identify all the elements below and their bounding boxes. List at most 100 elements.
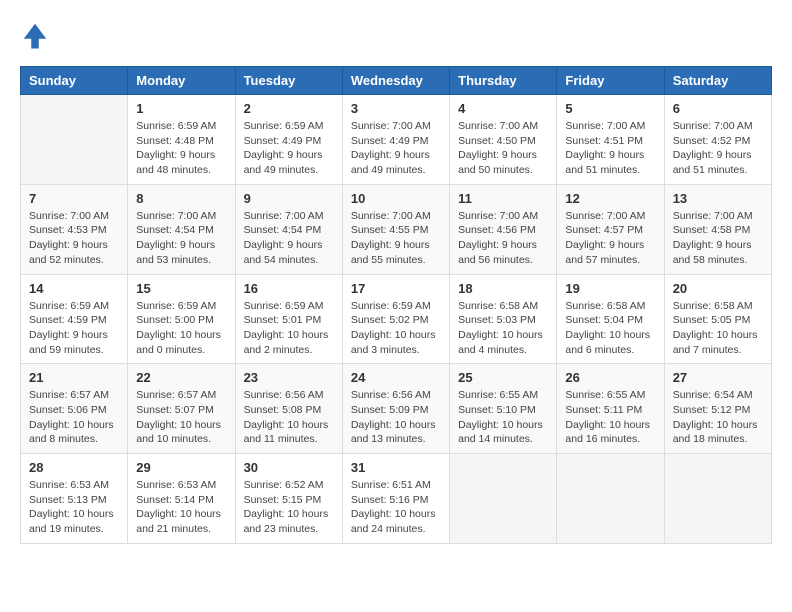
day-info: Sunrise: 6:59 AMSunset: 5:01 PMDaylight:… <box>244 299 334 358</box>
header-row: SundayMondayTuesdayWednesdayThursdayFrid… <box>21 67 772 95</box>
calendar-cell: 6 Sunrise: 7:00 AMSunset: 4:52 PMDaylight… <box>664 95 771 185</box>
calendar-cell: 10 Sunrise: 7:00 AMSunset: 4:55 PMDayligh… <box>342 184 449 274</box>
calendar-cell: 22 Sunrise: 6:57 AMSunset: 5:07 PMDayligh… <box>128 364 235 454</box>
day-number: 8 <box>136 191 226 206</box>
day-info: Sunrise: 7:00 AMSunset: 4:55 PMDaylight:… <box>351 209 441 268</box>
day-info: Sunrise: 7:00 AMSunset: 4:51 PMDaylight:… <box>565 119 655 178</box>
day-number: 30 <box>244 460 334 475</box>
calendar-cell <box>664 454 771 544</box>
day-number: 3 <box>351 101 441 116</box>
day-number: 15 <box>136 281 226 296</box>
calendar-cell: 13Sunrise: 7:00 AMSunset: 4:58 PMDayligh… <box>664 184 771 274</box>
calendar-week: 21 Sunrise: 6:57 AMSunset: 5:06 PMDayligh… <box>21 364 772 454</box>
day-number: 29 <box>136 460 226 475</box>
day-info: Sunrise: 6:59 AMSunset: 5:00 PMDaylight:… <box>136 299 226 358</box>
calendar-cell: 21 Sunrise: 6:57 AMSunset: 5:06 PMDayligh… <box>21 364 128 454</box>
calendar-cell: 1 Sunrise: 6:59 AMSunset: 4:48 PMDaylight… <box>128 95 235 185</box>
calendar-cell: 15 Sunrise: 6:59 AMSunset: 5:00 PMDayligh… <box>128 274 235 364</box>
day-info: Sunrise: 6:56 AMSunset: 5:09 PMDaylight:… <box>351 388 441 447</box>
calendar-cell: 23 Sunrise: 6:56 AMSunset: 5:08 PMDayligh… <box>235 364 342 454</box>
day-info: Sunrise: 6:57 AMSunset: 5:07 PMDaylight:… <box>136 388 226 447</box>
day-number: 23 <box>244 370 334 385</box>
calendar-cell: 8 Sunrise: 7:00 AMSunset: 4:54 PMDaylight… <box>128 184 235 274</box>
day-number: 9 <box>244 191 334 206</box>
day-header: Monday <box>128 67 235 95</box>
day-info: Sunrise: 7:00 AMSunset: 4:50 PMDaylight:… <box>458 119 548 178</box>
calendar-cell: 26 Sunrise: 6:55 AMSunset: 5:11 PMDayligh… <box>557 364 664 454</box>
day-number: 7 <box>29 191 119 206</box>
day-info: Sunrise: 7:00 AMSunset: 4:56 PMDaylight:… <box>458 209 548 268</box>
calendar-cell: 9Sunrise: 7:00 AMSunset: 4:54 PMDaylight… <box>235 184 342 274</box>
day-number: 4 <box>458 101 548 116</box>
day-info: Sunrise: 6:52 AMSunset: 5:15 PMDaylight:… <box>244 478 334 537</box>
calendar-cell: 3 Sunrise: 7:00 AMSunset: 4:49 PMDaylight… <box>342 95 449 185</box>
day-number: 26 <box>565 370 655 385</box>
calendar-cell: 2 Sunrise: 6:59 AMSunset: 4:49 PMDaylight… <box>235 95 342 185</box>
calendar-week: 7 Sunrise: 7:00 AMSunset: 4:53 PMDaylight… <box>21 184 772 274</box>
day-info: Sunrise: 6:59 AMSunset: 4:59 PMDaylight:… <box>29 299 119 358</box>
day-info: Sunrise: 7:00 AMSunset: 4:53 PMDaylight:… <box>29 209 119 268</box>
day-number: 27 <box>673 370 763 385</box>
logo <box>20 20 54 50</box>
day-info: Sunrise: 6:59 AMSunset: 4:49 PMDaylight:… <box>244 119 334 178</box>
calendar-cell: 18Sunrise: 6:58 AMSunset: 5:03 PMDayligh… <box>450 274 557 364</box>
day-number: 16 <box>244 281 334 296</box>
day-info: Sunrise: 6:56 AMSunset: 5:08 PMDaylight:… <box>244 388 334 447</box>
day-number: 14 <box>29 281 119 296</box>
day-number: 1 <box>136 101 226 116</box>
day-number: 12 <box>565 191 655 206</box>
calendar-cell: 16 Sunrise: 6:59 AMSunset: 5:01 PMDayligh… <box>235 274 342 364</box>
day-number: 31 <box>351 460 441 475</box>
calendar-cell: 11 Sunrise: 7:00 AMSunset: 4:56 PMDayligh… <box>450 184 557 274</box>
calendar-table: SundayMondayTuesdayWednesdayThursdayFrid… <box>20 66 772 544</box>
day-info: Sunrise: 6:55 AMSunset: 5:11 PMDaylight:… <box>565 388 655 447</box>
day-number: 2 <box>244 101 334 116</box>
calendar-week: 14 Sunrise: 6:59 AMSunset: 4:59 PMDayligh… <box>21 274 772 364</box>
day-info: Sunrise: 6:57 AMSunset: 5:06 PMDaylight:… <box>29 388 119 447</box>
day-info: Sunrise: 6:58 AMSunset: 5:03 PMDaylight:… <box>458 299 548 358</box>
calendar-cell: 5Sunrise: 7:00 AMSunset: 4:51 PMDaylight… <box>557 95 664 185</box>
day-info: Sunrise: 7:00 AMSunset: 4:57 PMDaylight:… <box>565 209 655 268</box>
calendar-cell <box>450 454 557 544</box>
day-header: Sunday <box>21 67 128 95</box>
calendar-cell: 14 Sunrise: 6:59 AMSunset: 4:59 PMDayligh… <box>21 274 128 364</box>
day-info: Sunrise: 7:00 AMSunset: 4:52 PMDaylight:… <box>673 119 763 178</box>
calendar-cell: 4 Sunrise: 7:00 AMSunset: 4:50 PMDaylight… <box>450 95 557 185</box>
day-number: 17 <box>351 281 441 296</box>
day-info: Sunrise: 7:00 AMSunset: 4:54 PMDaylight:… <box>136 209 226 268</box>
calendar-cell: 24 Sunrise: 6:56 AMSunset: 5:09 PMDayligh… <box>342 364 449 454</box>
calendar-cell: 20Sunrise: 6:58 AMSunset: 5:05 PMDayligh… <box>664 274 771 364</box>
day-number: 25 <box>458 370 548 385</box>
calendar-cell: 12 Sunrise: 7:00 AMSunset: 4:57 PMDayligh… <box>557 184 664 274</box>
day-header: Saturday <box>664 67 771 95</box>
day-info: Sunrise: 6:59 AMSunset: 5:02 PMDaylight:… <box>351 299 441 358</box>
day-number: 6 <box>673 101 763 116</box>
day-info: Sunrise: 6:58 AMSunset: 5:05 PMDaylight:… <box>673 299 763 358</box>
day-number: 24 <box>351 370 441 385</box>
calendar-cell: 27 Sunrise: 6:54 AMSunset: 5:12 PMDayligh… <box>664 364 771 454</box>
calendar-cell: 25 Sunrise: 6:55 AMSunset: 5:10 PMDayligh… <box>450 364 557 454</box>
day-info: Sunrise: 6:59 AMSunset: 4:48 PMDaylight:… <box>136 119 226 178</box>
calendar-week: 28 Sunrise: 6:53 AMSunset: 5:13 PMDayligh… <box>21 454 772 544</box>
calendar-body: 1 Sunrise: 6:59 AMSunset: 4:48 PMDaylight… <box>21 95 772 544</box>
day-info: Sunrise: 6:58 AMSunset: 5:04 PMDaylight:… <box>565 299 655 358</box>
day-info: Sunrise: 6:51 AMSunset: 5:16 PMDaylight:… <box>351 478 441 537</box>
calendar-cell: 7 Sunrise: 7:00 AMSunset: 4:53 PMDaylight… <box>21 184 128 274</box>
day-number: 13 <box>673 191 763 206</box>
calendar-cell: 28 Sunrise: 6:53 AMSunset: 5:13 PMDayligh… <box>21 454 128 544</box>
day-info: Sunrise: 6:54 AMSunset: 5:12 PMDaylight:… <box>673 388 763 447</box>
day-info: Sunrise: 6:53 AMSunset: 5:13 PMDaylight:… <box>29 478 119 537</box>
day-number: 21 <box>29 370 119 385</box>
day-header: Thursday <box>450 67 557 95</box>
day-number: 11 <box>458 191 548 206</box>
calendar-cell: 30 Sunrise: 6:52 AMSunset: 5:15 PMDayligh… <box>235 454 342 544</box>
day-number: 10 <box>351 191 441 206</box>
calendar-week: 1 Sunrise: 6:59 AMSunset: 4:48 PMDaylight… <box>21 95 772 185</box>
day-header: Tuesday <box>235 67 342 95</box>
day-number: 28 <box>29 460 119 475</box>
day-info: Sunrise: 7:00 AMSunset: 4:49 PMDaylight:… <box>351 119 441 178</box>
calendar-cell: 31 Sunrise: 6:51 AMSunset: 5:16 PMDayligh… <box>342 454 449 544</box>
day-info: Sunrise: 6:55 AMSunset: 5:10 PMDaylight:… <box>458 388 548 447</box>
calendar-cell: 19Sunrise: 6:58 AMSunset: 5:04 PMDayligh… <box>557 274 664 364</box>
day-number: 22 <box>136 370 226 385</box>
